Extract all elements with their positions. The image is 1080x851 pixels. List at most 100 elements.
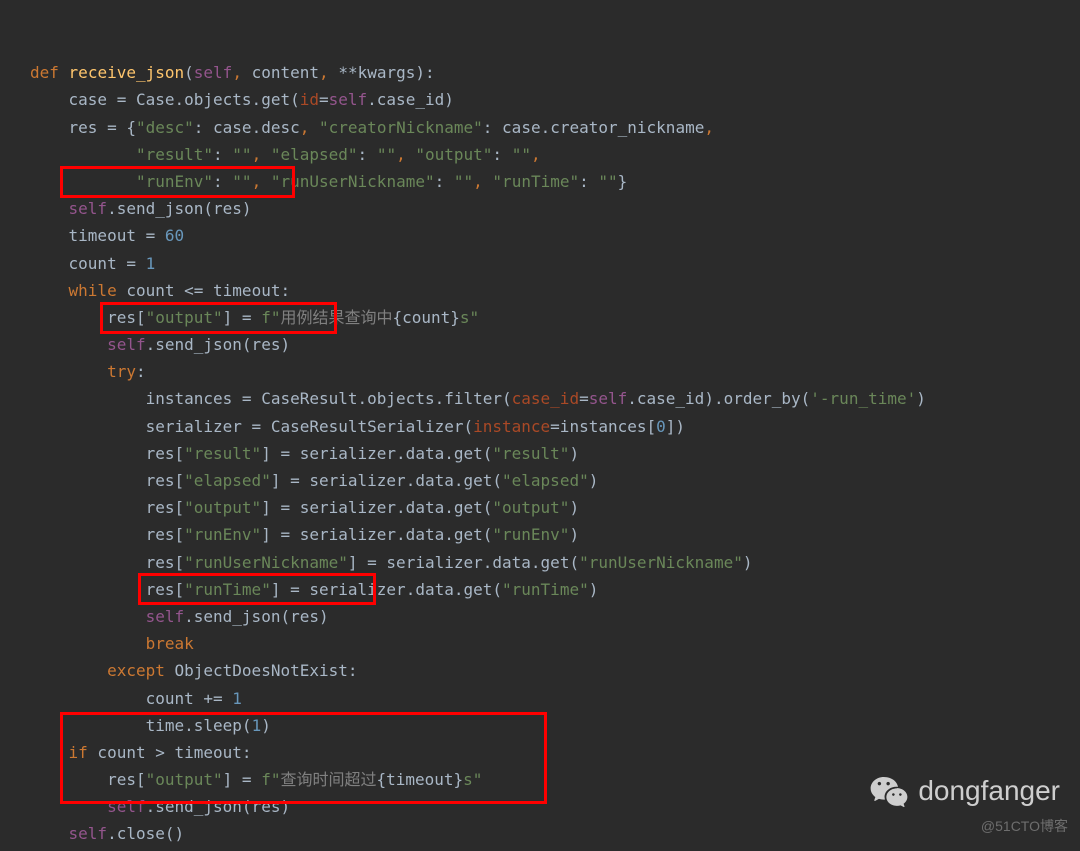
function-name: receive_json [69,63,185,82]
close-call: .close() [107,824,184,843]
key-runuser: "runUserNickname" [271,172,435,191]
res-sub: res[ [146,498,185,517]
key-desc: "desc" [136,118,194,137]
key-output: "output" [415,145,492,164]
arg: "elapsed" [502,471,589,490]
num-1: 1 [252,716,262,735]
paren-close: ) [916,389,926,408]
watermark-text: dongfanger [918,767,1060,815]
self-ref: self [107,797,146,816]
key: "runTime" [184,580,271,599]
arg: "runUserNickname" [579,553,743,572]
send-json-call: .send_json(res) [107,199,252,218]
fstring-prefix: f" [261,308,280,327]
arg: "result" [492,444,569,463]
send-json-call: .send_json(res) [146,335,291,354]
equals: = [319,90,329,109]
exception-name: ObjectDoesNotExist: [165,661,358,680]
assign: ] = [223,770,262,789]
key: "output" [184,498,261,517]
key: "runEnv" [184,525,261,544]
fstring-expr: {timeout} [376,770,463,789]
case-id-attr: .case_id) [367,90,454,109]
fstring-tail: s" [460,308,479,327]
orderby: .case_id).order_by( [627,389,810,408]
count-inc: count += [146,689,233,708]
self-ref: self [69,824,108,843]
kwarg-id: id [300,90,319,109]
res-sub: res[ [107,308,146,327]
assign: ] = [223,308,262,327]
num-0: 0 [656,417,666,436]
str-runtime: '-run_time' [810,389,916,408]
val-desc: : case.desc [194,118,300,137]
key-output: "output" [146,770,223,789]
keyword-def: def [30,63,59,82]
close: ) [569,498,579,517]
get: ] = serializer.data.get( [348,553,579,572]
watermark: dongfanger [868,767,1060,815]
res-sub: res[ [146,525,185,544]
res-sub: res[ [146,471,185,490]
val-creator: : case.creator_nickname [483,118,705,137]
keyword-except: except [107,661,165,680]
res-sub: res[ [146,580,185,599]
arg: "runEnv" [492,525,569,544]
self-ref: self [329,90,368,109]
sleep-call: time.sleep( [146,716,252,735]
num-1: 1 [232,689,242,708]
close: ) [569,525,579,544]
fstring-cn: 查询时间超过 [280,770,376,789]
empty-str: "" [598,172,617,191]
res-sub: res[ [146,444,185,463]
send-json-call: .send_json(res) [146,797,291,816]
assign-case: case = Case.objects.get( [69,90,300,109]
key: "elapsed" [184,471,271,490]
wechat-icon [868,770,910,812]
arg: "output" [492,498,569,517]
serializer-assign: serializer = CaseResultSerializer( [146,417,474,436]
count-assign: count = [69,254,146,273]
close: ) [261,716,271,735]
self-ref: self [107,335,146,354]
self-ref: self [589,389,628,408]
timeout-assign: timeout = [69,226,165,245]
fstring-prefix: f" [261,770,280,789]
empty-str: "" [232,145,251,164]
fstring-cn: 用例结果查询中 [280,308,392,327]
sub-watermark: @51CTO博客 [981,815,1068,839]
param-content: content [252,63,319,82]
close: ) [589,580,599,599]
key-runenv: "runEnv" [136,172,213,191]
self-param: self [194,63,233,82]
close: ]) [666,417,685,436]
empty-str: "" [512,145,531,164]
idx: =instances[ [550,417,656,436]
arg: "runTime" [502,580,589,599]
empty-str: "" [377,145,396,164]
close: ) [589,471,599,490]
get: ] = serializer.data.get( [271,580,502,599]
get: ] = serializer.data.get( [271,471,502,490]
kwarg-caseid: case_id [512,389,579,408]
key-runtime: "runTime" [492,172,579,191]
res-assign: res = { [69,118,136,137]
equals: = [579,389,589,408]
keyword-while: while [69,281,117,300]
get: ] = serializer.data.get( [261,444,492,463]
code-editor: def receive_json(self, content, **kwargs… [0,0,1080,848]
key-result: "result" [136,145,213,164]
res-sub: res[ [107,770,146,789]
send-json-call: .send_json(res) [184,607,329,626]
keyword-if: if [69,743,88,762]
fstring-expr: {count} [392,308,459,327]
res-sub: res[ [146,553,185,572]
keyword-try: try [107,362,136,381]
fstring-tail: s" [463,770,482,789]
key-output: "output" [146,308,223,327]
get: ] = serializer.data.get( [261,498,492,517]
paren-open: ( [184,63,194,82]
instances-assign: instances = CaseResult.objects.filter( [146,389,512,408]
paren-close: ): [415,63,434,82]
kwarg-instance: instance [473,417,550,436]
